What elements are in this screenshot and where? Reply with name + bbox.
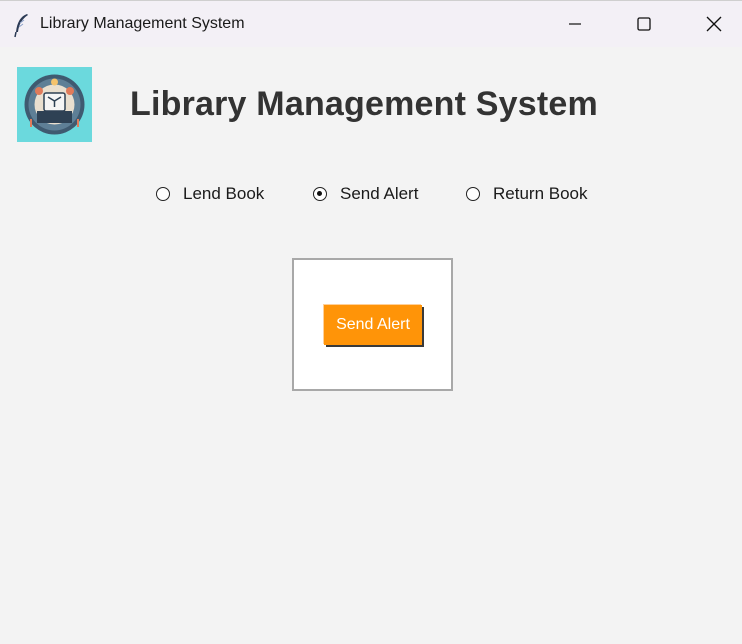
feather-icon bbox=[14, 14, 28, 38]
maximize-icon bbox=[637, 17, 651, 31]
main-content: Library Management System Lend Book Send… bbox=[0, 48, 742, 644]
send-alert-button[interactable]: Send Alert bbox=[324, 305, 422, 345]
radio-lend-book[interactable]: Lend Book bbox=[156, 184, 264, 204]
maximize-button[interactable] bbox=[609, 1, 679, 47]
radio-send-alert[interactable]: Send Alert bbox=[313, 184, 418, 204]
window-title: Library Management System bbox=[40, 15, 245, 32]
radio-label: Return Book bbox=[493, 184, 588, 203]
title-bar[interactable]: Library Management System bbox=[0, 1, 742, 47]
library-logo-icon bbox=[17, 67, 92, 142]
radio-label: Send Alert bbox=[340, 184, 419, 203]
radio-unchecked-icon[interactable] bbox=[156, 187, 170, 201]
minimize-icon bbox=[569, 23, 581, 25]
radio-return-book[interactable]: Return Book bbox=[466, 184, 588, 204]
page-title: Library Management System bbox=[130, 85, 598, 123]
minimize-button[interactable] bbox=[540, 1, 610, 47]
radio-checked-icon[interactable] bbox=[313, 187, 327, 201]
app-window: Library Management System Library Manage… bbox=[0, 0, 742, 644]
action-panel: Send Alert bbox=[292, 258, 453, 391]
radio-label: Lend Book bbox=[183, 184, 265, 203]
close-icon bbox=[706, 16, 722, 32]
close-button[interactable] bbox=[679, 1, 742, 47]
radio-unchecked-icon[interactable] bbox=[466, 187, 480, 201]
